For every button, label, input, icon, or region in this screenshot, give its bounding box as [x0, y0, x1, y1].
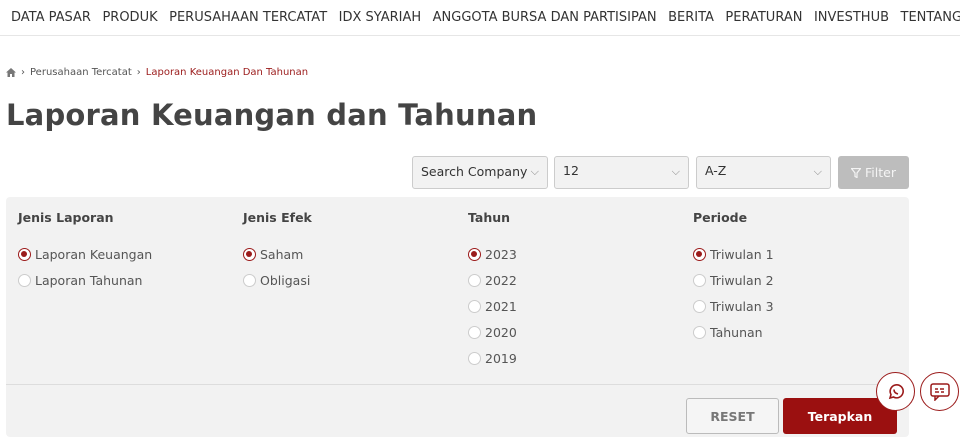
radio-option[interactable]: Laporan Tahunan: [18, 267, 152, 293]
reset-button[interactable]: RESET: [686, 398, 779, 434]
sort-value: A-Z: [705, 163, 727, 178]
radio-button[interactable]: [18, 273, 31, 287]
radio-label: Triwulan 2: [710, 272, 774, 288]
nav-item[interactable]: ANGGOTA BURSA DAN PARTISIPAN: [433, 10, 657, 25]
radio-button[interactable]: [243, 273, 256, 287]
chat-icon: [929, 382, 950, 401]
radio-button[interactable]: [468, 247, 481, 261]
chevron-down-icon: ⌵: [671, 165, 680, 178]
radio-label: 2023: [485, 246, 517, 262]
top-nav: DATA PASAR PRODUK PERUSAHAAN TERCATAT IDX S…: [0, 0, 960, 36]
filter-group-label: Jenis Efek: [243, 210, 312, 225]
whatsapp-button[interactable]: [876, 372, 915, 411]
nav-item[interactable]: DATA PASAR: [11, 10, 91, 25]
radio-label: 2021: [485, 298, 517, 314]
radio-option[interactable]: 2022: [468, 267, 517, 293]
nav-item[interactable]: IDX SYARIAH: [339, 10, 422, 25]
radio-option[interactable]: Tahunan: [693, 319, 774, 345]
radio-option[interactable]: Obligasi: [243, 267, 312, 293]
radio-label: Tahunan: [710, 324, 763, 340]
page-title: Laporan Keuangan dan Tahunan: [6, 98, 538, 132]
radio-option[interactable]: 2019: [468, 345, 517, 371]
radio-label: Laporan Tahunan: [35, 272, 143, 288]
sort-select[interactable]: A-Z ⌵: [696, 156, 831, 189]
radio-option[interactable]: 2020: [468, 319, 517, 345]
radio-button[interactable]: [468, 273, 481, 287]
filter-group-label: Tahun: [468, 210, 511, 225]
nav-item[interactable]: TENTANG BEI: [901, 10, 960, 25]
radio-label: Obligasi: [260, 272, 311, 288]
radio-label: Triwulan 1: [710, 246, 774, 262]
breadcrumb-separator: ›: [21, 67, 25, 78]
radio-label: 2019: [485, 350, 517, 366]
nav-item[interactable]: PRODUK: [102, 10, 157, 25]
radio-label: 2020: [485, 324, 517, 340]
radio-button[interactable]: [693, 247, 706, 261]
radio-button[interactable]: [693, 273, 706, 287]
whatsapp-icon: [888, 383, 904, 399]
radio-option[interactable]: Triwulan 3: [693, 293, 774, 319]
page-size-select[interactable]: 12 ⌵: [554, 156, 689, 189]
radio-label: Saham: [260, 246, 304, 262]
radio-label: Triwulan 3: [710, 298, 774, 314]
radio-button[interactable]: [468, 299, 481, 313]
radio-button[interactable]: [468, 351, 481, 365]
radio-label: 2022: [485, 272, 517, 288]
filter-panel: RESET Terapkan Jenis Laporan Laporan Keua…: [6, 197, 909, 437]
page-size-value: 12: [563, 163, 579, 178]
filter-label: Filter: [865, 165, 896, 180]
radio-button[interactable]: [243, 247, 256, 261]
radio-option[interactable]: 2021: [468, 293, 517, 319]
filter-group-label: Periode: [693, 210, 748, 225]
nav-item[interactable]: PERUSAHAAN TERCATAT: [169, 10, 327, 25]
divider: [6, 384, 909, 385]
home-icon[interactable]: [6, 68, 16, 77]
filter-group: Jenis Laporan Laporan Keuangan Laporan Tah…: [18, 210, 152, 293]
radio-option[interactable]: 2023: [468, 241, 517, 267]
breadcrumb-separator: ›: [136, 67, 141, 78]
breadcrumb-parent[interactable]: Perusahaan Tercatat: [30, 67, 132, 78]
chevron-down-icon: ⌵: [530, 165, 539, 178]
filter-group: Tahun 2023 2022 2021 2020 2019: [468, 210, 517, 371]
radio-button[interactable]: [693, 325, 706, 339]
company-select[interactable]: Search Company ⌵: [412, 156, 548, 189]
filter-group-label: Jenis Laporan: [18, 210, 114, 225]
radio-option[interactable]: Triwulan 1: [693, 241, 774, 267]
radio-button[interactable]: [693, 299, 706, 313]
nav-item[interactable]: PERATURAN: [725, 10, 802, 25]
filter-icon: [851, 167, 862, 178]
radio-label: Laporan Keuangan: [35, 246, 153, 262]
filter-group: Periode Triwulan 1 Triwulan 2 Triwulan 3 Tah…: [693, 210, 774, 345]
chat-button[interactable]: [920, 372, 959, 411]
company-select-value: Search Company: [421, 164, 528, 179]
breadcrumb-current: Laporan Keuangan Dan Tahunan: [145, 67, 309, 78]
radio-option[interactable]: Laporan Keuangan: [18, 241, 152, 267]
radio-button[interactable]: [468, 325, 481, 339]
breadcrumb: › Perusahaan Tercatat › Laporan Keuangan…: [6, 67, 308, 78]
chevron-down-icon: ⌵: [813, 165, 822, 178]
nav-item[interactable]: INVESTHUB: [814, 10, 889, 25]
radio-option[interactable]: Saham: [243, 241, 312, 267]
filter-button[interactable]: Filter: [838, 156, 909, 189]
radio-option[interactable]: Triwulan 2: [693, 267, 774, 293]
filter-group: Jenis Efek Saham Obligasi: [243, 210, 312, 293]
radio-button[interactable]: [18, 247, 31, 261]
nav-item[interactable]: BERITA: [668, 10, 714, 25]
